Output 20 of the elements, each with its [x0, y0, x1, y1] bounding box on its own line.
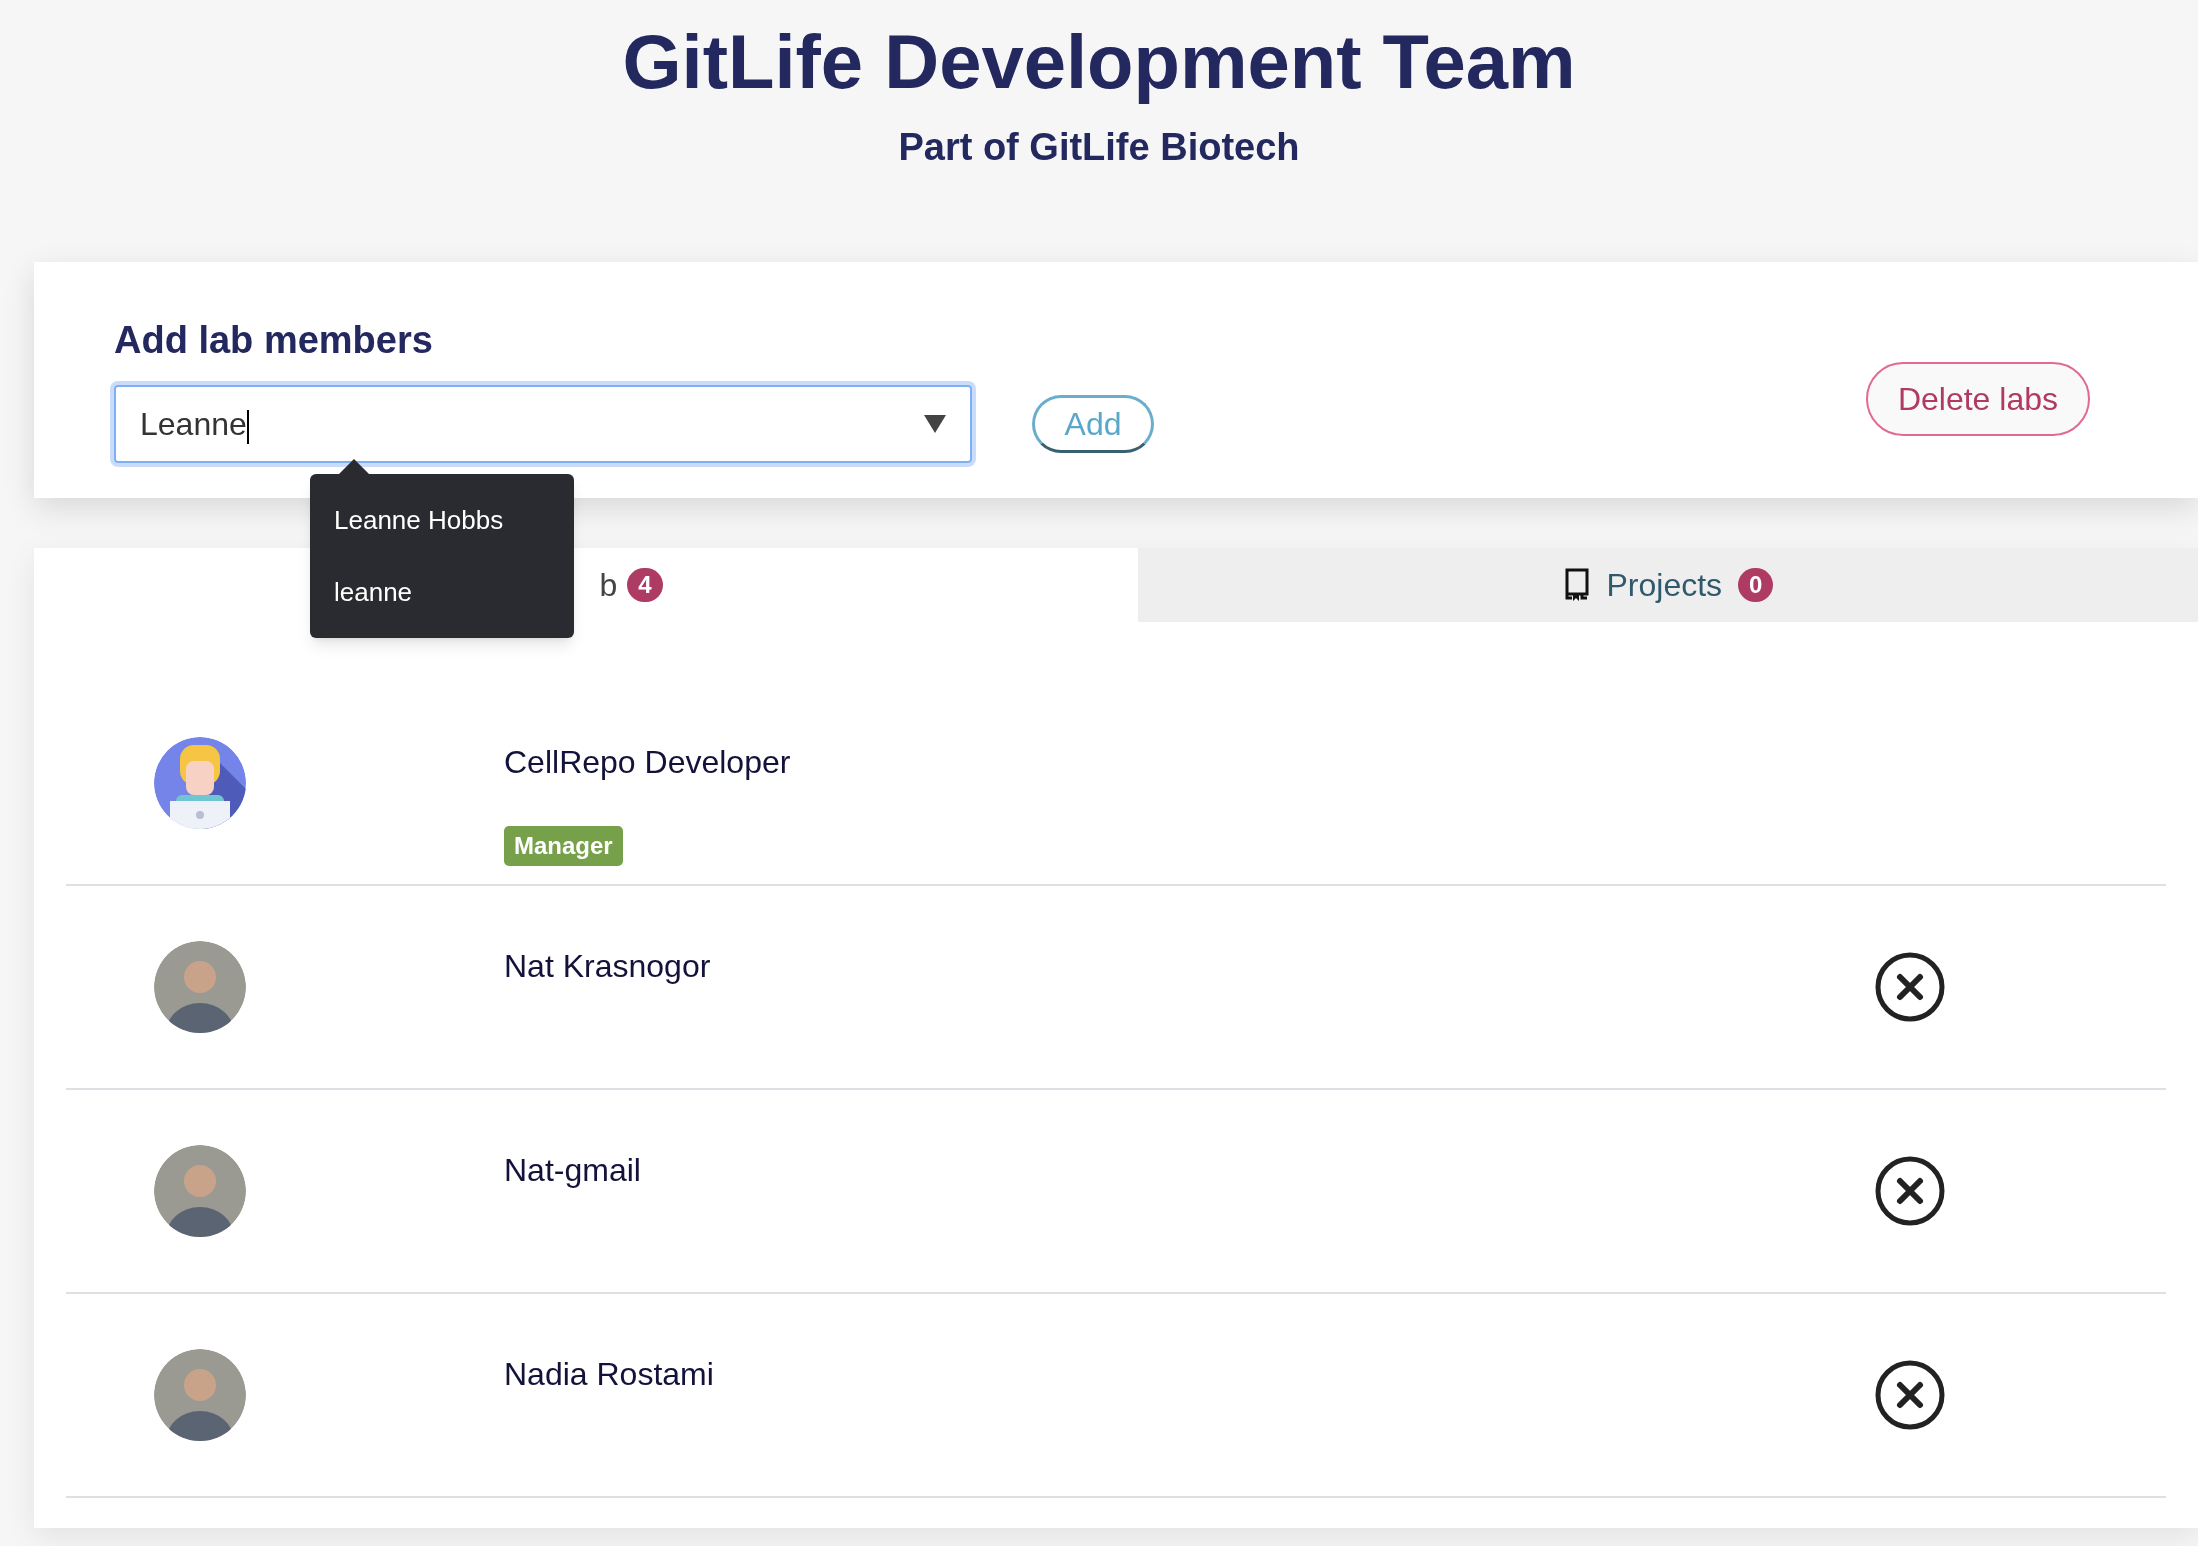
avatar-icon	[154, 1349, 246, 1441]
remove-icon[interactable]	[1874, 1155, 1946, 1227]
member-name: Nat Krasnogor	[504, 947, 712, 986]
section-heading: Add lab members	[114, 318, 434, 363]
member-name: Nadia Rostami	[504, 1355, 715, 1394]
count-badge: 0	[1738, 568, 1774, 602]
avatar-icon	[154, 941, 246, 1033]
count-badge: 4	[627, 568, 663, 602]
role-badge: Manager	[504, 826, 623, 866]
member-name: CellRepo Developer	[504, 743, 792, 782]
remove-icon[interactable]	[1874, 1359, 1946, 1431]
delete-labs-button[interactable]: Delete labs	[1865, 362, 2090, 436]
dropdown-caret-icon[interactable]	[924, 415, 946, 433]
tab[interactable]: Projects 0	[1138, 548, 2198, 622]
remove-icon[interactable]	[1874, 951, 1946, 1023]
avatar-icon	[154, 1145, 246, 1237]
member-name: Nat-gmail	[504, 1151, 642, 1190]
avatar-icon	[154, 737, 246, 829]
team-title: GitLife Development Team	[622, 18, 1576, 106]
team-subtitle: Part of GitLife Biotech	[898, 125, 1300, 170]
